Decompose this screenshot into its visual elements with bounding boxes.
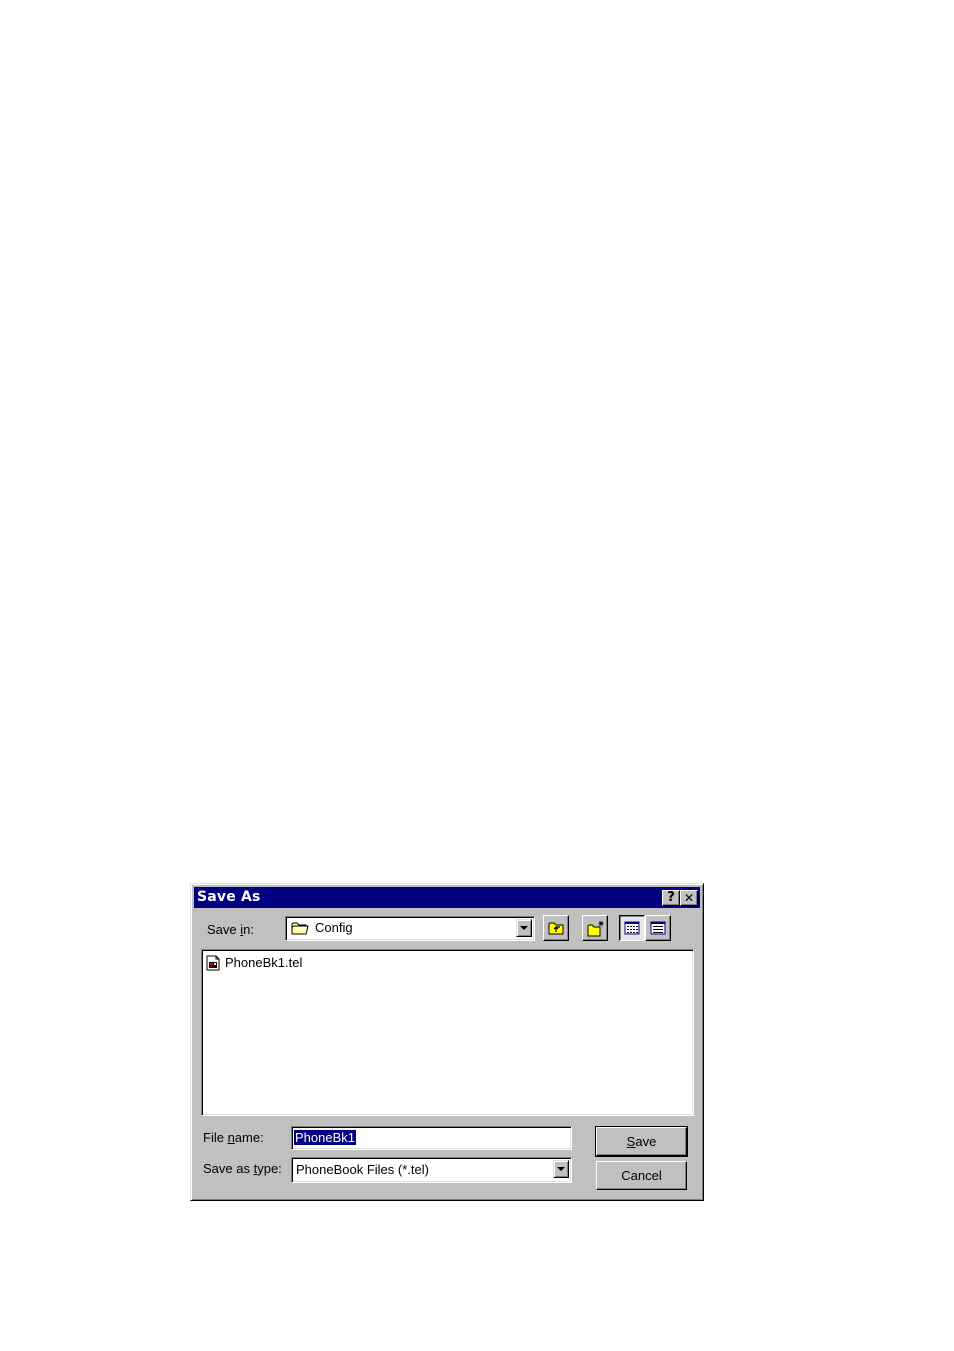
list-view-icon (624, 921, 640, 935)
save-in-value: Config (315, 920, 353, 935)
save-in-combobox[interactable]: Config (285, 916, 535, 941)
file-name-input[interactable]: PhoneBk1 (291, 1126, 572, 1150)
details-view-button[interactable] (645, 915, 671, 941)
file-list[interactable]: PhoneBk1.tel (201, 949, 694, 1116)
save-as-type-label: Save as type: (203, 1161, 282, 1176)
up-one-level-button[interactable] (543, 915, 569, 941)
save-as-type-value: PhoneBook Files (*.tel) (296, 1162, 429, 1177)
phonebook-file-icon (206, 955, 220, 971)
dialog-title: Save As (197, 889, 261, 905)
save-as-type-combobox[interactable]: PhoneBook Files (*.tel) (291, 1157, 572, 1183)
close-button[interactable]: ✕ (680, 890, 698, 906)
file-name-value: PhoneBk1 (294, 1130, 356, 1145)
file-name-label-accel: n (227, 1130, 235, 1145)
save-as-type-dropdown-button[interactable] (553, 1160, 569, 1178)
save-as-dialog: Save As ? ✕ Save in: Config PhoneBk1.tel… (190, 883, 704, 1201)
save-in-label: Save in: (207, 922, 254, 937)
help-button[interactable]: ? (662, 890, 680, 906)
details-view-icon (650, 921, 666, 935)
save-as-type-label-pre: Save as (203, 1161, 254, 1176)
new-folder-icon (587, 921, 604, 937)
save-button[interactable]: Save (595, 1126, 688, 1157)
save-in-label-post: n: (243, 922, 254, 937)
save-as-type-label-post: ype: (257, 1161, 282, 1176)
title-bar[interactable]: Save As ? ✕ (194, 887, 700, 908)
file-name-text: PhoneBk1.tel (225, 955, 303, 970)
file-name-label: File name: (203, 1130, 264, 1145)
save-in-dropdown-button[interactable] (516, 919, 532, 937)
folder-icon (291, 922, 309, 935)
file-name-label-pre: File (203, 1130, 228, 1145)
save-button-label: ave (635, 1134, 657, 1149)
file-name-label-post: ame: (234, 1130, 264, 1145)
list-view-button[interactable] (619, 915, 645, 941)
cancel-button[interactable]: Cancel (596, 1161, 687, 1190)
save-in-label-pre: Save (207, 922, 241, 937)
up-folder-icon (548, 922, 564, 935)
create-new-folder-button[interactable] (582, 915, 608, 941)
